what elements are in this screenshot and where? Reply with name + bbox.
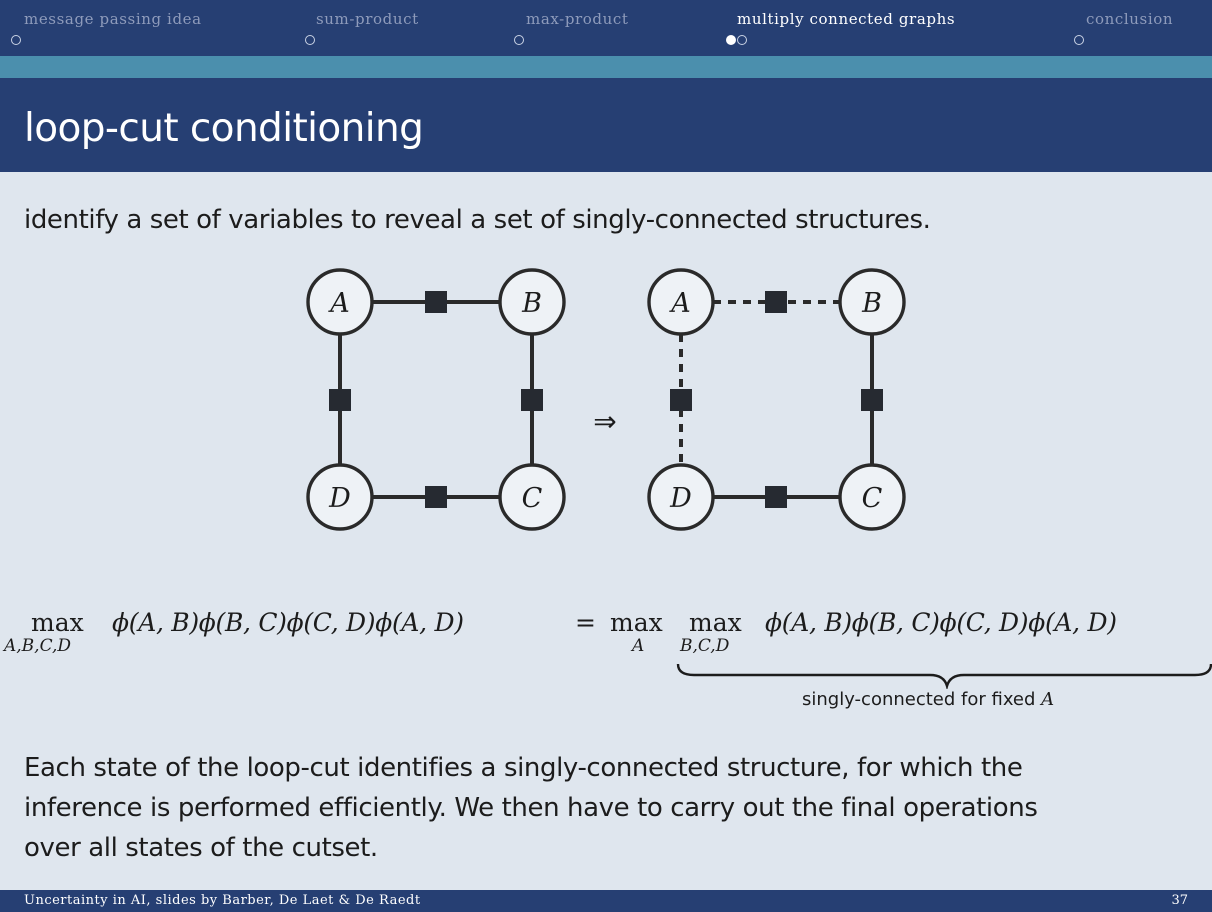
label-b: B — [521, 288, 542, 319]
slide: message passing idea sum-product max-pro… — [0, 0, 1212, 912]
intro-text: identify a set of variables to reveal a … — [24, 205, 931, 235]
eq-rhs-max-outer: max — [610, 608, 663, 637]
eq-lhs-subscript: A,B,C,D — [4, 636, 72, 656]
factor-node-ad — [329, 389, 351, 411]
factor-node-ab — [765, 291, 787, 313]
nav-dots-max-product — [514, 35, 524, 47]
eq-rhs-expression: ϕ(A, B)ϕ(B, C)ϕ(C, D)ϕ(A, D) — [765, 608, 1117, 637]
underbrace-label: singly-connected for fixed A — [802, 689, 1054, 710]
eq-rhs-max-inner: max — [689, 608, 742, 637]
paragraph-line: Each state of the loop-cut identifies a … — [24, 753, 1023, 783]
label-c: C — [522, 483, 543, 514]
subsection-dot[interactable] — [11, 35, 21, 45]
factor-node-ab — [425, 291, 447, 313]
factor-node-bc — [521, 389, 543, 411]
body-paragraph: Each state of the loop-cut identifies a … — [24, 748, 1194, 868]
nav-section-multiply-connected[interactable]: multiply connected graphs — [737, 10, 955, 28]
eq-lhs-expression: ϕ(A, B)ϕ(B, C)ϕ(C, D)ϕ(A, D) — [112, 608, 464, 637]
factor-graph-loopy — [338, 300, 534, 499]
label-a: A — [668, 288, 691, 319]
header-band — [0, 56, 1212, 78]
factor-node-bc — [861, 389, 883, 411]
nav-section-max-product[interactable]: max-product — [526, 10, 629, 28]
page-number: 37 — [1171, 893, 1188, 908]
footer-credits: Uncertainty in AI, slides by Barber, De … — [24, 893, 421, 908]
eq-equals: = — [575, 608, 596, 637]
subsection-dot-current[interactable] — [726, 35, 736, 45]
subsection-dot[interactable] — [737, 35, 747, 45]
eq-rhs-subscript-inner: B,C,D — [680, 636, 730, 656]
subsection-dot[interactable] — [514, 35, 524, 45]
paragraph-line: over all states of the cutset. — [24, 833, 378, 863]
nav-section-sum-product[interactable]: sum-product — [316, 10, 419, 28]
section-navigation: message passing idea sum-product max-pro… — [0, 0, 1212, 56]
nav-section-message-passing[interactable]: message passing idea — [24, 10, 202, 28]
slide-title: loop-cut conditioning — [24, 106, 424, 151]
label-a: A — [327, 288, 350, 319]
label-c: C — [862, 483, 883, 514]
footer-bar: Uncertainty in AI, slides by Barber, De … — [0, 890, 1212, 912]
subsection-dot[interactable] — [1074, 35, 1084, 45]
nav-dots-message-passing — [11, 35, 21, 47]
underbrace-variable: A — [1041, 689, 1055, 710]
nav-dots-sum-product — [305, 35, 315, 47]
eq-rhs-subscript-outer: A — [632, 636, 645, 656]
factor-node-dc — [425, 486, 447, 508]
nav-dots-multiply-connected — [726, 35, 747, 47]
subsection-dot[interactable] — [305, 35, 315, 45]
factor-graph-figure: A B C D ⇒ A B C D — [306, 268, 906, 531]
nav-section-conclusion[interactable]: conclusion — [1086, 10, 1173, 28]
label-b: B — [861, 288, 882, 319]
factor-node-ad — [670, 389, 692, 411]
nav-dots-conclusion — [1074, 35, 1084, 47]
paragraph-line: inference is performed efficiently. We t… — [24, 793, 1038, 823]
eq-lhs-max: max — [31, 608, 84, 637]
implies-arrow: ⇒ — [593, 405, 616, 438]
factor-node-dc — [765, 486, 787, 508]
label-d: D — [669, 483, 692, 514]
underbrace-text: singly-connected for fixed — [802, 689, 1036, 710]
underbrace — [676, 663, 1212, 689]
label-d: D — [328, 483, 351, 514]
factor-graph-cut — [679, 300, 874, 499]
